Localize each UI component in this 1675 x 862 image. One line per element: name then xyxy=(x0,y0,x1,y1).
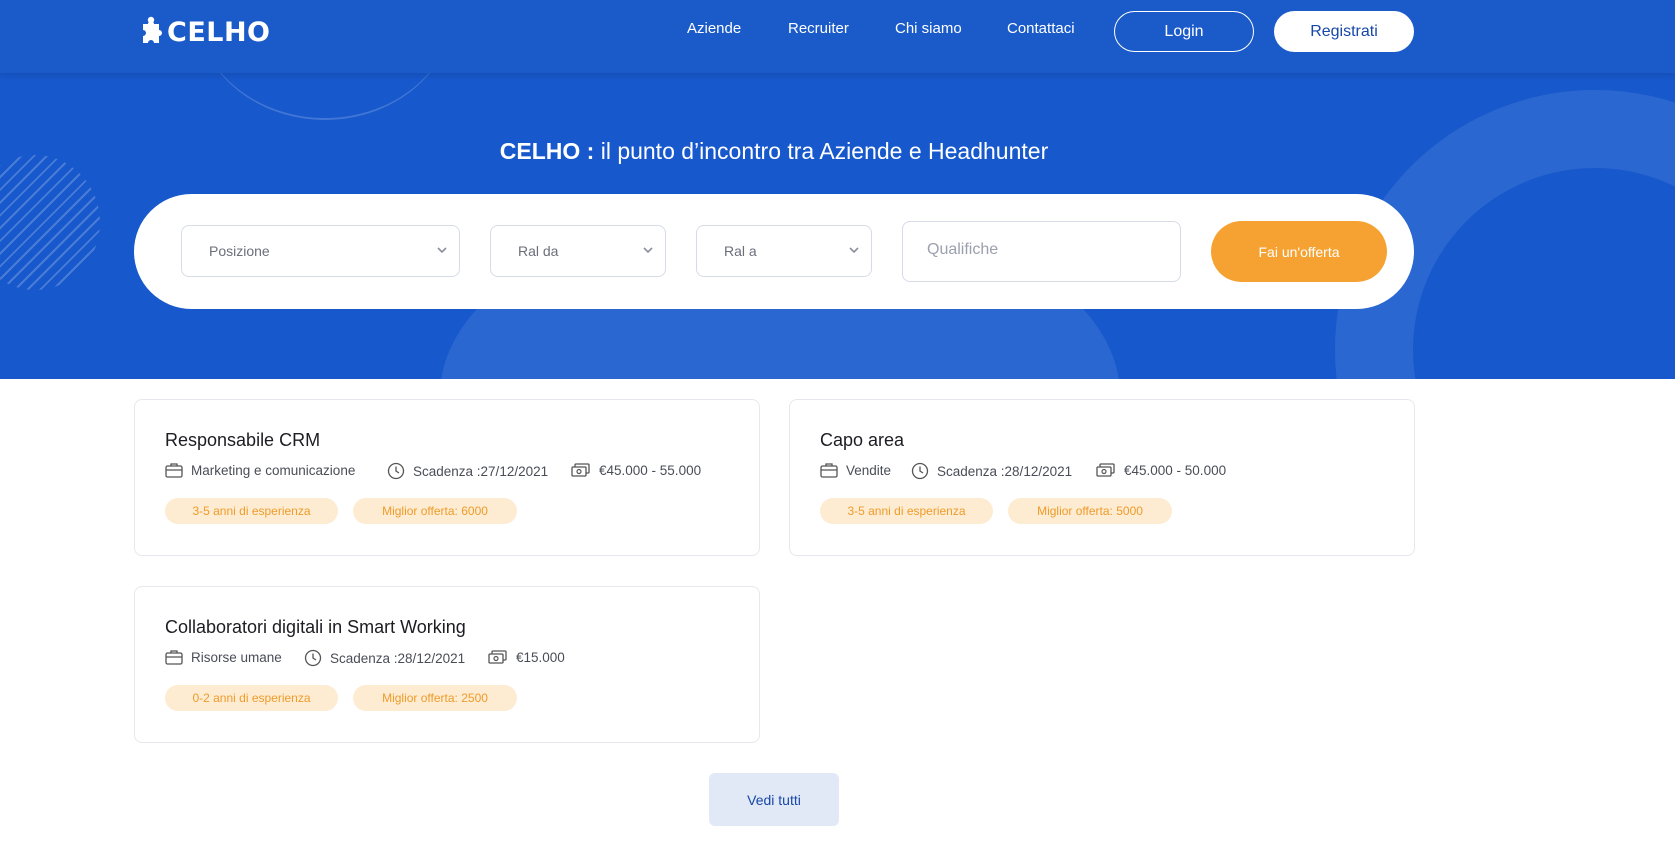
experience-badge: 3-5 anni di esperienza xyxy=(165,498,338,524)
chevron-down-icon xyxy=(643,247,653,254)
job-category: Vendite xyxy=(820,462,891,478)
ral-to-select-label: Ral a xyxy=(724,243,757,259)
best-offer-badge: Miglior offerta: 6000 xyxy=(353,498,517,524)
money-icon xyxy=(571,463,590,477)
money-icon xyxy=(488,650,507,664)
job-deadline: Scadenza :27/12/2021 xyxy=(387,462,548,480)
job-title: Capo area xyxy=(820,430,905,450)
experience-badge: 3-5 anni di esperienza xyxy=(820,498,993,524)
job-salary: €15.000 xyxy=(488,649,565,665)
puzzle-icon xyxy=(143,16,162,43)
clock-icon xyxy=(304,649,322,667)
job-deadline: Scadenza :28/12/2021 xyxy=(911,462,1072,480)
hero-title-text: il punto d’incontro tra Aziende e Headhu… xyxy=(594,138,1049,164)
logo-text: CELHO xyxy=(167,16,271,48)
job-deadline-label: Scadenza :27/12/2021 xyxy=(413,463,549,479)
job-salary: €45.000 - 55.000 xyxy=(571,462,701,478)
qualifications-input[interactable]: Qualifiche xyxy=(902,221,1181,282)
chevron-down-icon xyxy=(849,247,859,254)
job-category: Marketing e comunicazione xyxy=(165,462,355,478)
clock-icon xyxy=(387,462,405,480)
hero-title-brand: CELHO : xyxy=(499,138,595,164)
job-title: Collaboratori digitali in Smart Working xyxy=(165,617,466,637)
briefcase-icon xyxy=(165,463,183,478)
job-category-label: Marketing e comunicazione xyxy=(191,462,356,478)
briefcase-icon xyxy=(165,650,183,665)
position-select-label: Posizione xyxy=(209,243,270,259)
make-offer-button[interactable]: Fai un'offerta xyxy=(1211,221,1387,282)
hero-section: CELHO Aziende Recruiter Chi siamo Contat… xyxy=(0,0,1675,379)
nav-link-aziende[interactable]: Aziende xyxy=(687,20,741,37)
job-salary: €45.000 - 50.000 xyxy=(1096,462,1226,478)
job-card[interactable]: Capo area Vendite Scadenza :28/12/2021 €… xyxy=(789,399,1415,556)
nav-link-contattaci[interactable]: Contattaci xyxy=(1007,20,1075,37)
job-deadline-label: Scadenza :28/12/2021 xyxy=(937,463,1073,479)
briefcase-icon xyxy=(820,463,838,478)
nav-link-chi-siamo[interactable]: Chi siamo xyxy=(895,20,962,37)
chevron-down-icon xyxy=(437,247,447,254)
hero-title: CELHO : il punto d’incontro tra Aziende … xyxy=(0,138,1548,165)
clock-icon xyxy=(911,462,929,480)
job-category-label: Risorse umane xyxy=(191,649,282,665)
job-salary-label: €15.000 xyxy=(516,649,565,665)
money-icon xyxy=(1096,463,1115,477)
best-offer-badge: Miglior offerta: 2500 xyxy=(353,685,517,711)
job-card[interactable]: Responsabile CRM Marketing e comunicazio… xyxy=(134,399,760,556)
ral-from-select-label: Ral da xyxy=(518,243,559,259)
job-deadline: Scadenza :28/12/2021 xyxy=(304,649,465,667)
decorative-stripes xyxy=(0,155,100,290)
job-title: Responsabile CRM xyxy=(165,430,321,450)
job-deadline-label: Scadenza :28/12/2021 xyxy=(330,650,466,666)
ral-to-select[interactable]: Ral a xyxy=(696,225,872,277)
position-select[interactable]: Posizione xyxy=(181,225,460,277)
job-salary-label: €45.000 - 55.000 xyxy=(599,462,702,478)
logo[interactable]: CELHO xyxy=(139,15,271,49)
login-button[interactable]: Login xyxy=(1114,11,1254,52)
experience-badge: 0-2 anni di esperienza xyxy=(165,685,338,711)
ral-from-select[interactable]: Ral da xyxy=(490,225,666,277)
job-category: Risorse umane xyxy=(165,649,282,665)
job-card[interactable]: Collaboratori digitali in Smart Working … xyxy=(134,586,760,743)
register-button[interactable]: Registrati xyxy=(1274,11,1414,52)
job-salary-label: €45.000 - 50.000 xyxy=(1124,462,1227,478)
nav-link-recruiter[interactable]: Recruiter xyxy=(788,20,849,37)
see-all-button[interactable]: Vedi tutti xyxy=(709,773,839,826)
best-offer-badge: Miglior offerta: 5000 xyxy=(1008,498,1172,524)
job-category-label: Vendite xyxy=(846,462,892,478)
